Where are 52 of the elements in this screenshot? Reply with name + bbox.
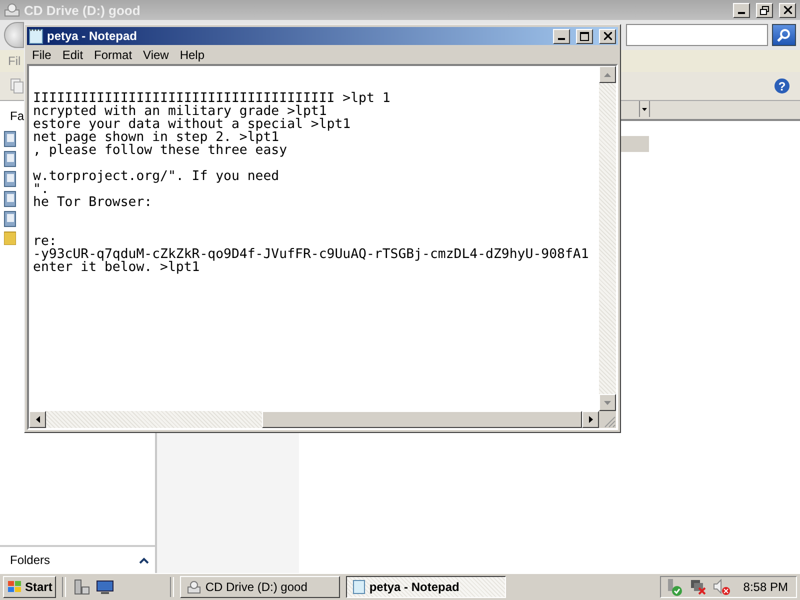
resize-grip-icon[interactable] — [599, 411, 616, 428]
windows-logo-icon — [7, 580, 23, 594]
menu-item[interactable]: Edit — [62, 48, 84, 62]
menu-item[interactable]: View — [143, 48, 169, 62]
file-icon[interactable] — [4, 151, 16, 167]
search-button[interactable] — [772, 24, 796, 46]
taskbar-button[interactable]: CD Drive (D:) good — [180, 576, 340, 598]
address-field[interactable] — [626, 24, 768, 46]
pane-heading: Fa — [10, 109, 24, 123]
dropdown-arrow-icon[interactable] — [639, 101, 650, 117]
file-icon[interactable] — [4, 171, 16, 187]
horizontal-scrollbar[interactable] — [29, 411, 599, 428]
start-button[interactable]: Start — [3, 576, 56, 598]
vertical-scrollbar[interactable] — [599, 66, 616, 411]
down-arrow-icon — [604, 400, 611, 404]
left-arrow-icon — [36, 416, 40, 423]
menu-item[interactable]: Format — [94, 48, 132, 62]
window-title: petya - Notepad — [47, 29, 138, 43]
minimize-button[interactable] — [553, 28, 570, 44]
close-icon — [784, 6, 792, 14]
taskbar-button[interactable]: petya - Notepad — [346, 576, 506, 598]
file-icon[interactable] — [4, 211, 16, 227]
speaker-muted-icon[interactable] — [713, 578, 732, 596]
close-button[interactable] — [599, 28, 616, 44]
folder-icon[interactable] — [4, 231, 16, 245]
desktop-icon[interactable] — [96, 579, 114, 596]
up-arrow-icon — [604, 72, 611, 76]
maximize-icon — [580, 32, 589, 40]
server-icon[interactable] — [72, 578, 90, 596]
clock: 8:58 PM — [743, 580, 788, 594]
restore-button[interactable] — [756, 2, 773, 18]
menu-item[interactable]: Help — [180, 48, 205, 62]
maximize-button[interactable] — [576, 28, 593, 44]
drive-icon — [187, 580, 202, 594]
usb-check-icon[interactable] — [665, 578, 684, 596]
network-error-icon[interactable] — [689, 578, 708, 596]
file-icon[interactable] — [4, 131, 16, 147]
chevron-up-icon — [139, 556, 149, 564]
minimize-button[interactable] — [733, 2, 750, 18]
window-title: CD Drive (D:) good — [24, 2, 140, 18]
file-icon[interactable] — [4, 191, 16, 207]
notepad-icon — [29, 28, 43, 44]
notepad-icon — [353, 580, 366, 594]
right-arrow-icon — [588, 416, 592, 423]
drive-icon — [4, 3, 20, 17]
restore-icon — [760, 6, 769, 14]
help-icon[interactable]: ? — [774, 78, 790, 94]
menu-item[interactable]: File — [32, 48, 52, 62]
search-icon — [777, 28, 791, 42]
selected-row[interactable] — [619, 136, 649, 152]
close-icon — [604, 32, 612, 40]
close-button[interactable] — [779, 2, 796, 18]
